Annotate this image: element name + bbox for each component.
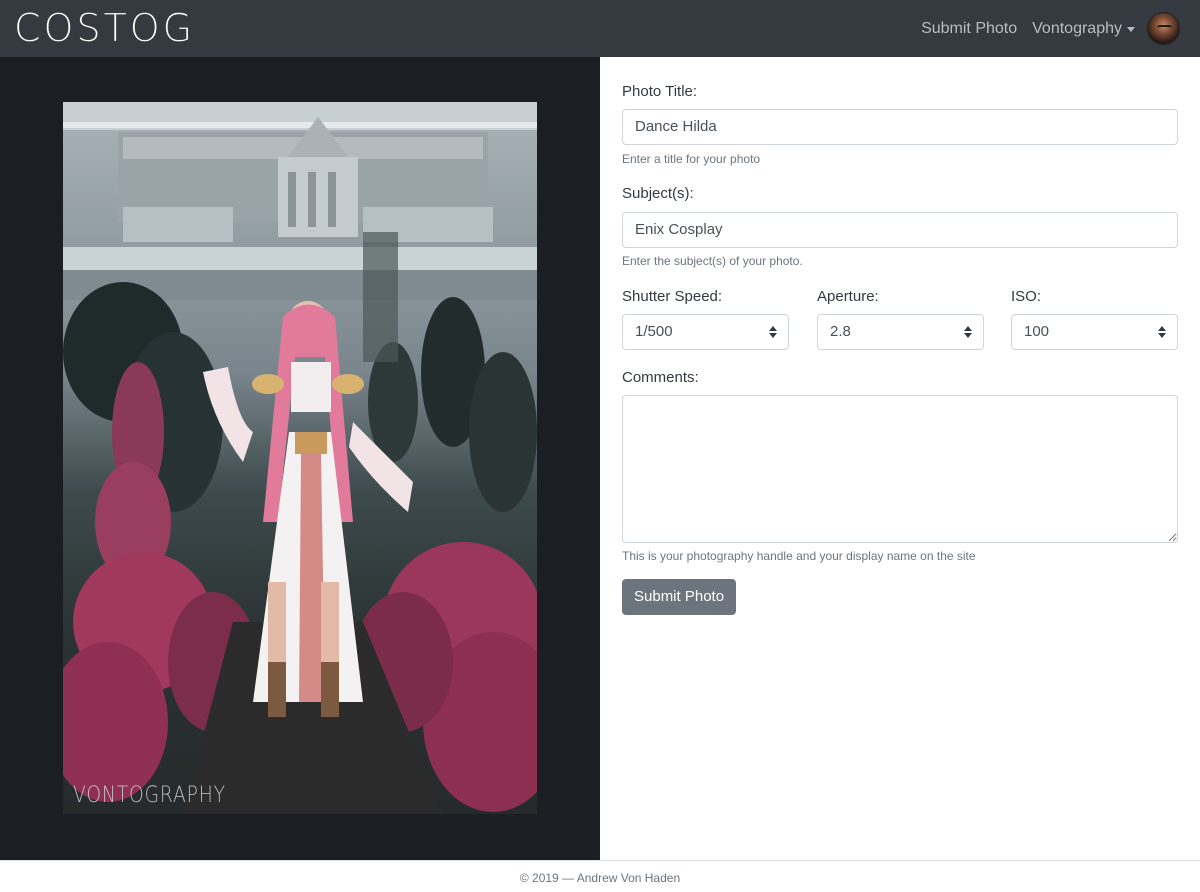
photo-illustration — [63, 102, 537, 814]
select-arrows-icon — [964, 326, 972, 338]
iso-select[interactable]: 100 — [1011, 314, 1178, 350]
navbar: COSTOG Submit Photo Vontography — [0, 0, 1200, 57]
photo-title-input[interactable]: Dance Hilda — [622, 109, 1178, 145]
aperture-value: 2.8 — [830, 323, 851, 340]
shutter-speed-select[interactable]: 1/500 — [622, 314, 789, 350]
brand-logo[interactable]: COSTOG — [14, 0, 195, 57]
subjects-label: Subject(s): — [622, 185, 694, 202]
user-dropdown-label[interactable]: Vontography — [1032, 20, 1122, 38]
submit-photo-form: Photo Title: Dance Hilda Enter a title f… — [600, 57, 1200, 860]
iso-value: 100 — [1024, 323, 1050, 340]
caret-down-icon[interactable] — [1127, 27, 1135, 32]
footer-copyright: © 2019 — Andrew Von Haden — [519, 871, 681, 885]
subjects-help: Enter the subject(s) of your photo. — [622, 254, 803, 268]
photo-watermark: VONTOGRAPHY — [73, 783, 226, 808]
aperture-label: Aperture: — [817, 288, 879, 305]
shutter-speed-label: Shutter Speed: — [622, 288, 723, 305]
comments-help: This is your photography handle and your… — [622, 549, 976, 563]
photo-title-label: Photo Title: — [622, 83, 698, 100]
comments-label: Comments: — [622, 369, 699, 386]
subjects-input[interactable]: Enix Cosplay — [622, 212, 1178, 248]
submit-photo-button[interactable]: Submit Photo — [622, 579, 737, 615]
comments-textarea[interactable] — [622, 395, 1178, 543]
nav-submit-photo-link[interactable]: Submit Photo — [921, 20, 1017, 38]
footer: © 2019 — Andrew Von Haden — [0, 860, 1200, 892]
avatar-icon[interactable] — [1147, 12, 1180, 45]
photo-title-help: Enter a title for your photo — [622, 152, 761, 166]
photo-preview: VONTOGRAPHY — [63, 102, 537, 814]
select-arrows-icon — [1158, 326, 1166, 338]
shutter-speed-value: 1/500 — [635, 323, 673, 340]
photo-panel: VONTOGRAPHY — [0, 57, 600, 860]
nav-right: Submit Photo Vontography — [921, 12, 1180, 45]
select-arrows-icon — [769, 326, 777, 338]
user-dropdown[interactable]: Vontography — [1032, 20, 1135, 38]
aperture-select[interactable]: 2.8 — [817, 314, 984, 350]
iso-label: ISO: — [1011, 288, 1042, 305]
